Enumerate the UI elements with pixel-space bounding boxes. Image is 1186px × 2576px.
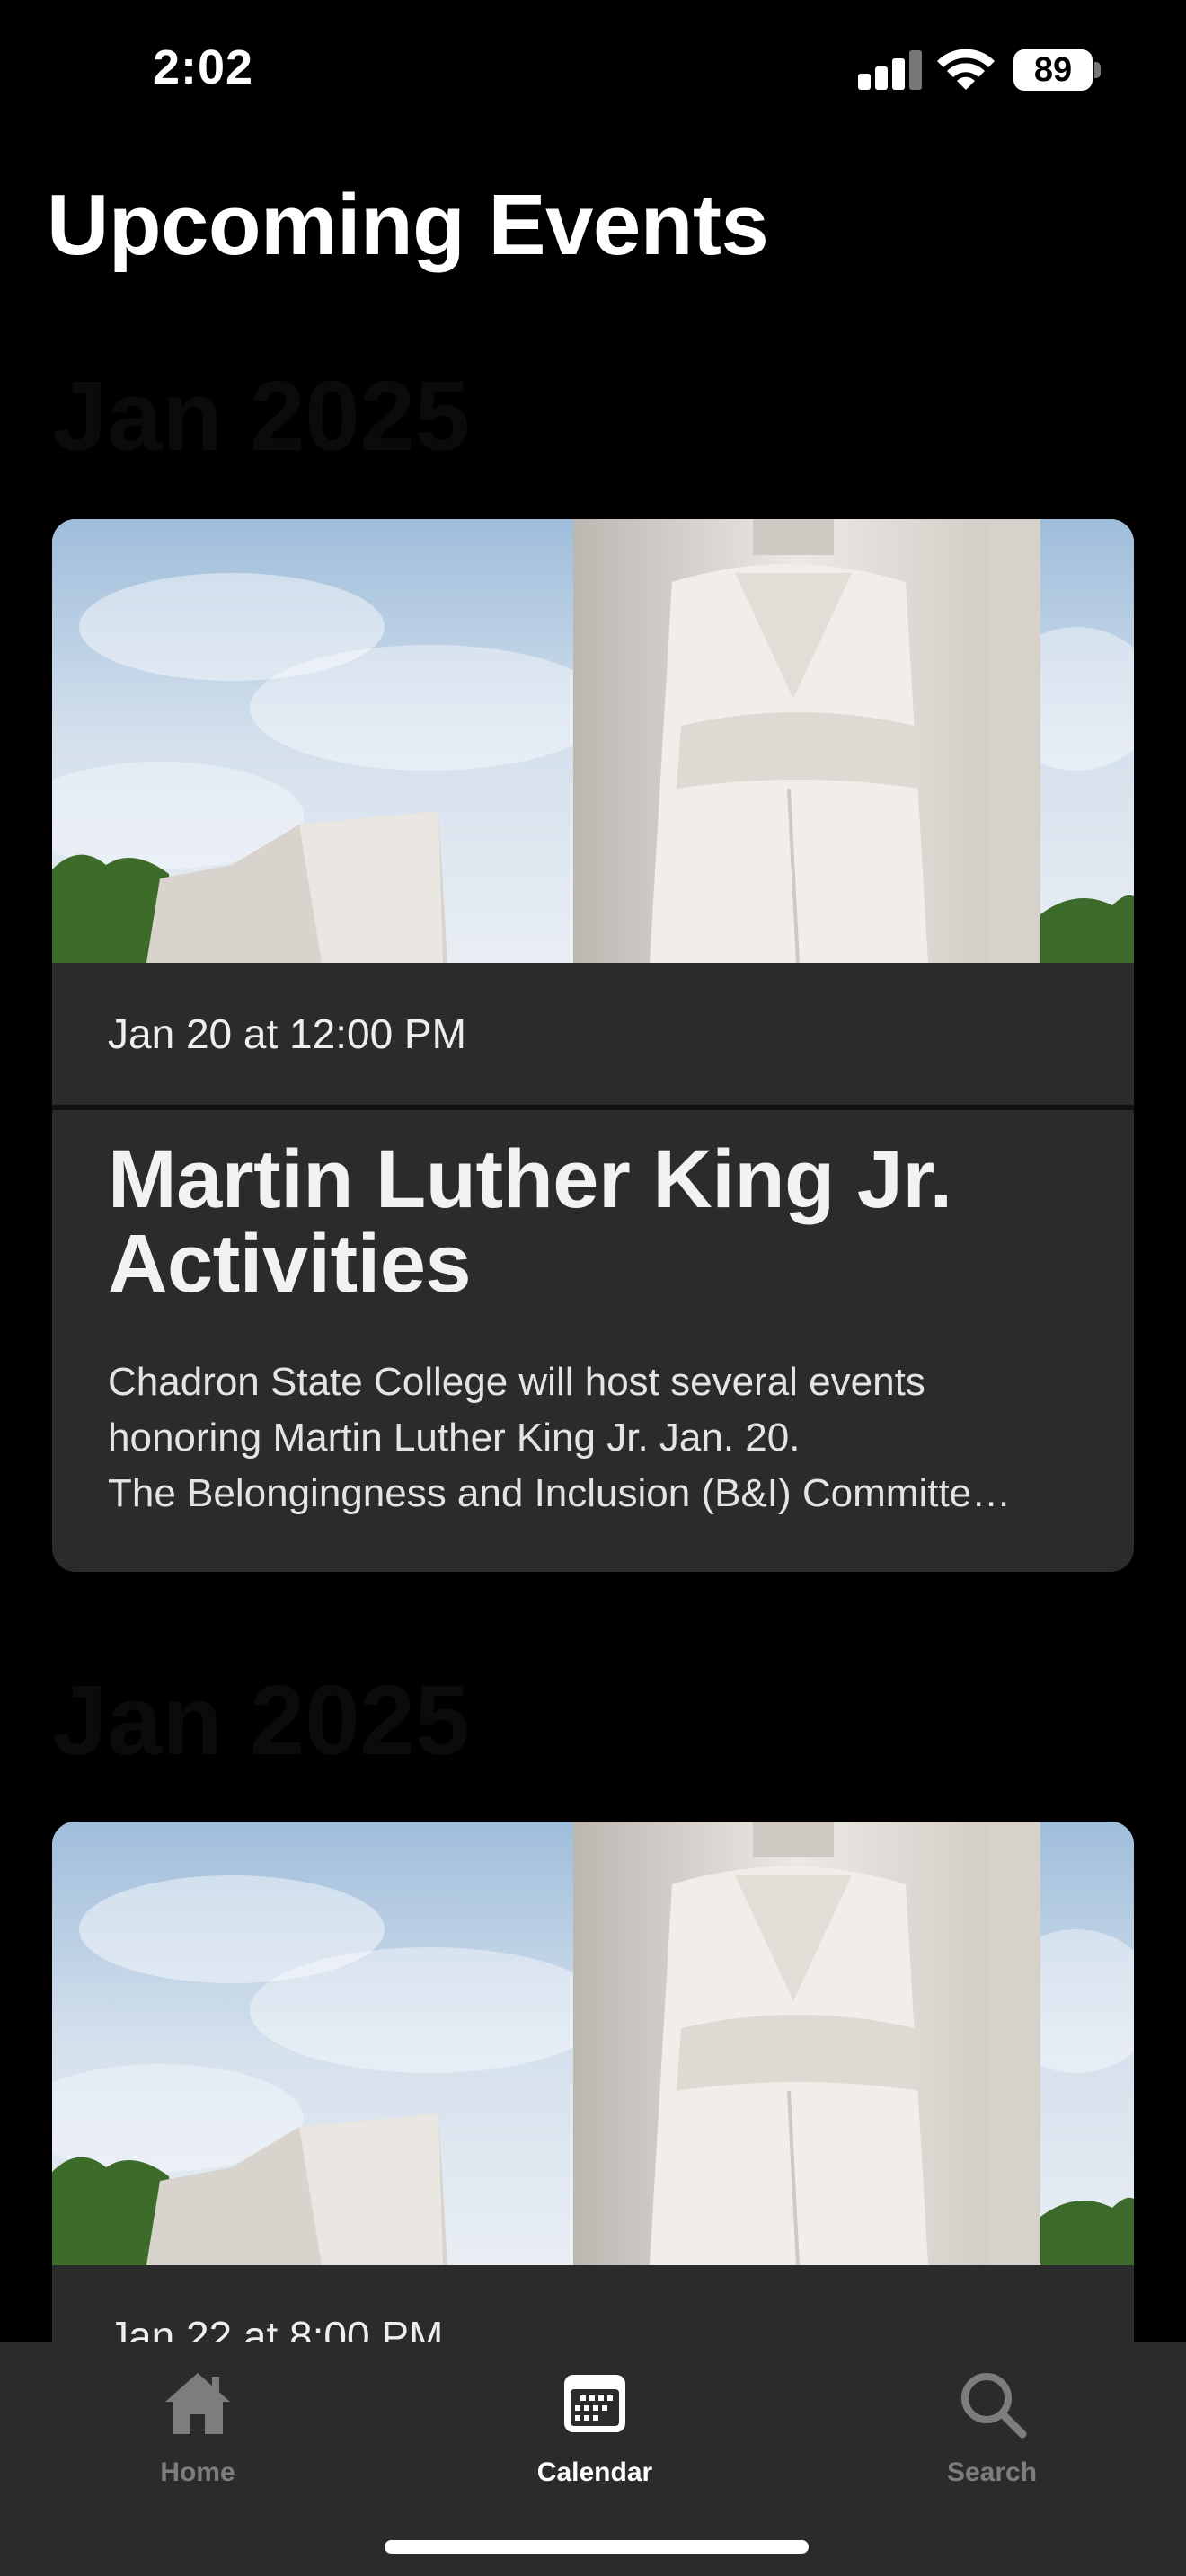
status-time: 2:02 bbox=[153, 40, 254, 94]
tab-label: Search bbox=[946, 2457, 1038, 2487]
home-icon bbox=[165, 2373, 230, 2434]
mlk-memorial-image bbox=[52, 519, 1134, 963]
page-title: Upcoming Events bbox=[47, 177, 769, 273]
upcoming-events-screen: 2:02 89 Upcoming Events Jan 2025 Jan 20 … bbox=[0, 0, 1186, 2576]
mlk-memorial-image bbox=[52, 1822, 1134, 2265]
event-image bbox=[52, 519, 1134, 963]
cellular-signal-icon bbox=[858, 50, 922, 90]
status-bar: 2:02 89 bbox=[0, 0, 1186, 135]
event-description: Chadron State College will host several … bbox=[108, 1360, 1012, 1515]
section-month-header: Jan 2025 bbox=[52, 1665, 470, 1776]
wifi-icon bbox=[937, 49, 995, 90]
section-month-header: Jan 2025 bbox=[52, 361, 470, 472]
calendar-icon bbox=[564, 2375, 625, 2432]
tab-label: Home bbox=[160, 2457, 235, 2487]
event-date: Jan 20 at 12:00 PM bbox=[52, 963, 1134, 1110]
battery-tip bbox=[1094, 62, 1101, 78]
event-card[interactable]: Jan 22 at 8:00 PM bbox=[52, 1822, 1134, 2413]
tab-search[interactable]: Search bbox=[884, 2368, 1100, 2502]
home-indicator[interactable] bbox=[385, 2540, 809, 2554]
event-title: Martin Luther King Jr. Activities bbox=[108, 1134, 952, 1310]
event-image bbox=[52, 1822, 1134, 2265]
search-icon bbox=[961, 2373, 1027, 2439]
battery-icon: 89 bbox=[1013, 49, 1093, 91]
tab-label: Calendar bbox=[536, 2457, 653, 2487]
event-card[interactable]: Jan 20 at 12:00 PM Martin Luther King Jr… bbox=[52, 519, 1134, 1572]
event-body: Martin Luther King Jr. Activities Chadro… bbox=[52, 1110, 1134, 1572]
tab-home[interactable]: Home bbox=[90, 2368, 305, 2502]
tab-calendar[interactable]: Calendar bbox=[487, 2368, 703, 2502]
